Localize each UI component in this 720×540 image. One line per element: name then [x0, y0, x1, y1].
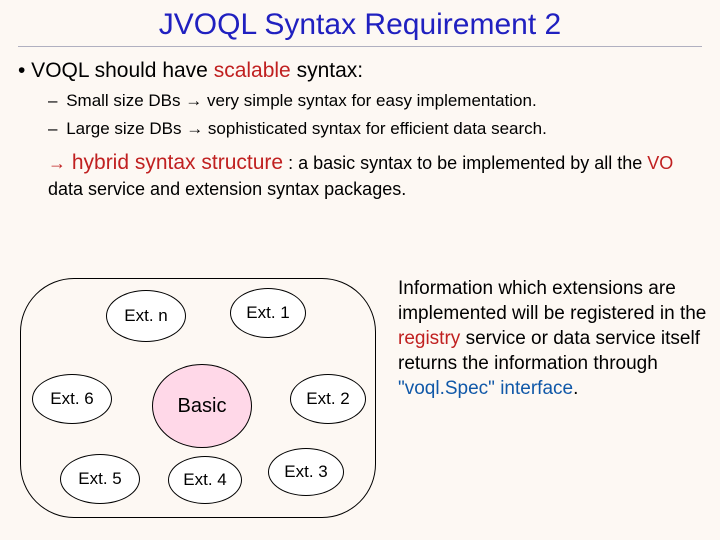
hybrid-keyword: hybrid syntax structure	[66, 151, 283, 174]
bubble-ext-n: Ext. n	[106, 290, 186, 342]
bubble-ext-5: Ext. 5	[60, 454, 140, 504]
bubble-ext-4: Ext. 4	[168, 456, 242, 504]
arrow-right-icon: →	[185, 91, 202, 110]
info-c: .	[573, 378, 578, 399]
sub-bullet-2: – Large size DBs → sophisticated syntax …	[48, 119, 702, 139]
bubble-basic: Basic	[152, 364, 252, 448]
sub1-text-a: Small size DBs	[61, 91, 185, 110]
arrow-right-icon: →	[48, 153, 66, 173]
arrow-right-icon: →	[186, 119, 203, 138]
vo-keyword: VO	[647, 153, 673, 173]
dash-icon: –	[48, 91, 57, 110]
info-text: Information which extensions are impleme…	[398, 276, 708, 401]
sub2-text-a: Large size DBs	[61, 119, 186, 138]
voqlspec-keyword: "voql.Spec" interface	[398, 378, 573, 399]
dash-icon: –	[48, 119, 57, 138]
sub-bullet-1: – Small size DBs → very simple syntax fo…	[48, 91, 702, 111]
sub2-text-b: sophisticated syntax for efficient data …	[203, 119, 547, 138]
syntax-diagram: Ext. n Ext. 1 Ext. 6 Basic Ext. 2 Ext. 5…	[14, 272, 386, 526]
main-bullet-pre: • VOQL should have	[18, 59, 214, 82]
hybrid-line: → hybrid syntax structure : a basic synt…	[48, 149, 702, 202]
bubble-ext-3: Ext. 3	[268, 448, 344, 496]
registry-keyword: registry	[398, 328, 460, 349]
keyword-scalable: scalable	[214, 59, 291, 82]
bubble-ext-6: Ext. 6	[32, 374, 112, 424]
sub1-text-b: very simple syntax for easy implementati…	[202, 91, 536, 110]
hybrid-post: data service and extension syntax packag…	[48, 179, 406, 199]
info-a: Information which extensions are impleme…	[398, 278, 706, 324]
bubble-ext-2: Ext. 2	[290, 374, 366, 424]
main-bullet: • VOQL should have scalable syntax:	[18, 59, 702, 83]
main-bullet-post: syntax:	[291, 59, 363, 82]
hybrid-mid: : a basic syntax to be implemented by al…	[283, 153, 647, 173]
slide-title: JVOQL Syntax Requirement 2	[18, 0, 702, 47]
bubble-ext-1: Ext. 1	[230, 288, 306, 338]
